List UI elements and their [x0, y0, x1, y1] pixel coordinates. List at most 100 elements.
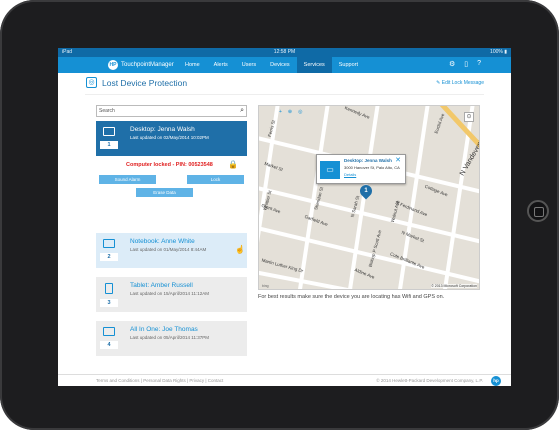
device-name: Desktop: Jenna Walsh	[130, 126, 195, 133]
edit-icon: ✎	[436, 80, 442, 86]
popup-device-name: Desktop: Jenna Walsh	[344, 158, 392, 163]
device-updated: Last updated on 05/April/2014 11:37PM	[130, 335, 209, 340]
location-map[interactable]: + ⊕ ◎ ⊙ Kennedy Ave Market St Grant Ave Ga…	[258, 105, 480, 290]
page-title: Lost Device Protection	[102, 78, 188, 88]
street-label: Cottage Ave	[423, 183, 449, 198]
status-bar: iPad 12:58 PM 100% ▮	[58, 48, 511, 57]
footer-hp-logo: hp	[491, 376, 501, 386]
device-number: 4	[100, 341, 118, 349]
footer: Terms and Conditions | Personal Data Rig…	[58, 374, 511, 386]
nav-items: Home Alerts Users Devices Services Suppo…	[178, 57, 365, 73]
settings-icon[interactable]: ⚙	[449, 60, 455, 68]
lock-button[interactable]: Lock	[187, 175, 244, 184]
street-label: Whittier St	[262, 189, 273, 212]
battery-icon: ▮	[504, 49, 507, 55]
status-time: 12:58 PM	[273, 49, 296, 55]
device-list-panel: Search ⌕ 1 Desktop: Jenna Walsh Last upd…	[96, 105, 247, 356]
battery-label: 100% ▮	[490, 48, 507, 57]
street-label: N Vandeventer Ave	[458, 122, 480, 178]
device-card-desktop[interactable]: 1 Desktop: Jenna Walsh Last updated on 0…	[96, 121, 247, 156]
locate-icon[interactable]: ⊙	[464, 112, 474, 122]
zoom-icon[interactable]: +	[279, 109, 282, 115]
brand-logo[interactable]: HP TouchpointManager	[108, 60, 178, 70]
street-label: N Sarah St	[349, 195, 361, 218]
street-label: Ferris St	[266, 119, 277, 138]
street-label: Aldine Ave	[353, 267, 376, 280]
street-label: Euclid Ave	[433, 112, 446, 135]
street-label: Kennedy Ave	[344, 105, 371, 120]
carrier-label: iPad	[62, 49, 73, 55]
device-card-all-in-one[interactable]: 4 All In One: Joe Thomas Last updated on…	[96, 321, 247, 356]
nav-item-alerts[interactable]: Alerts	[207, 57, 235, 73]
edit-lock-message-label: Edit Lock Message	[441, 80, 484, 86]
battery-percent: 100%	[490, 49, 503, 55]
hand-cursor-icon: ☝	[235, 245, 245, 254]
street-label: Cote Brilliante Ave	[389, 251, 426, 270]
nav-item-support[interactable]: Support	[332, 57, 365, 73]
close-icon[interactable]: ✕	[395, 156, 401, 164]
nav-item-users[interactable]: Users	[235, 57, 263, 73]
user-icon[interactable]: ▯	[464, 60, 468, 68]
device-popup: ▭ Desktop: Jenna Walsh 3000 Hanover St, …	[316, 154, 406, 184]
device-icon-wrap: 4	[96, 321, 122, 356]
device-updated: Last updated on 15/April/2014 11:12AM	[130, 291, 209, 296]
notebook-icon	[103, 239, 115, 248]
lock-status: Computer locked - PIN: 00523548	[126, 162, 213, 168]
street-label: Bishop P Scott Ave	[367, 229, 383, 268]
device-name: Notebook: Anne White	[130, 238, 195, 245]
home-button[interactable]	[527, 200, 549, 222]
map-pin[interactable]: 1	[357, 182, 375, 200]
pan-icon[interactable]: ⊕	[288, 109, 292, 115]
ipad-frame: iPad 12:58 PM 100% ▮ HP TouchpointManage…	[0, 0, 559, 430]
edit-lock-message-link[interactable]: ✎ Edit Lock Message	[436, 80, 484, 86]
device-number: 3	[100, 299, 118, 307]
street-label: N Market St	[400, 229, 425, 244]
popup-details-link[interactable]: Details	[344, 172, 356, 177]
device-card-tablet[interactable]: 3 Tablet: Amber Russell Last updated on …	[96, 277, 247, 312]
device-icon-wrap: 1	[96, 121, 122, 156]
search-icon[interactable]: ⌕	[240, 106, 244, 116]
device-name: All In One: Joe Thomas	[130, 326, 198, 333]
map-controls[interactable]: + ⊕ ◎	[279, 109, 303, 115]
footer-copyright: © 2014 Hewlett-Packard Development Compa…	[376, 378, 483, 383]
device-updated: Last updated on 02/May/2014 10:02PM	[130, 135, 209, 140]
brand-name: TouchpointManager	[121, 62, 174, 68]
nav-item-devices[interactable]: Devices	[263, 57, 297, 73]
search-placeholder: Search	[99, 108, 115, 114]
monitor-icon	[103, 327, 115, 336]
erase-data-button[interactable]: Erase Data	[136, 188, 193, 197]
device-icon-wrap: 2	[96, 233, 122, 268]
street-label: Grant Ave	[260, 202, 282, 215]
nav-item-home[interactable]: Home	[178, 57, 207, 73]
protection-icon: ◎	[86, 77, 97, 88]
device-card-notebook[interactable]: 2 Notebook: Anne White Last updated on 0…	[96, 233, 247, 268]
desktop-icon: ▭	[320, 161, 340, 179]
map-streets	[259, 106, 479, 289]
top-nav: HP TouchpointManager Home Alerts Users D…	[58, 57, 511, 73]
nav-item-services[interactable]: Services	[296, 57, 332, 73]
map-pin-number: 1	[364, 188, 368, 194]
help-icon[interactable]: ?	[477, 60, 481, 68]
device-number: 1	[100, 141, 118, 149]
layers-icon[interactable]: ◎	[298, 109, 302, 115]
screen: iPad 12:58 PM 100% ▮ HP TouchpointManage…	[58, 48, 511, 386]
tablet-icon	[105, 283, 113, 294]
hp-logo-icon: HP	[108, 60, 118, 70]
page-header: ◎ Lost Device Protection ✎ Edit Lock Mes…	[85, 73, 484, 95]
footer-links[interactable]: Terms and Conditions | Personal Data Rig…	[96, 375, 223, 386]
lock-icon: 🔒	[228, 160, 238, 169]
device-updated: Last updated on 01/May/2014 8:44AM	[130, 247, 207, 252]
popup-address: 3000 Hanover St, Palo Alto, CA	[344, 165, 400, 170]
desktop-icon	[103, 127, 115, 136]
sound-alarm-button[interactable]: Sound Alarm	[99, 175, 156, 184]
search-input[interactable]: Search ⌕	[96, 105, 247, 117]
street-label: Martin Luther King Dr	[261, 257, 304, 274]
device-number: 2	[100, 253, 118, 261]
street-label: St Ferdinand Ave	[394, 199, 429, 218]
map-provider: bing	[262, 284, 269, 288]
gps-hint: For best results make sure the device yo…	[258, 294, 445, 300]
street-label: Market St	[263, 160, 284, 173]
map-copyright: © 2013 Microsoft Corporation	[431, 284, 477, 288]
street-label: Garfield Ave	[303, 213, 329, 228]
street-label: Sheridan St	[313, 186, 325, 211]
